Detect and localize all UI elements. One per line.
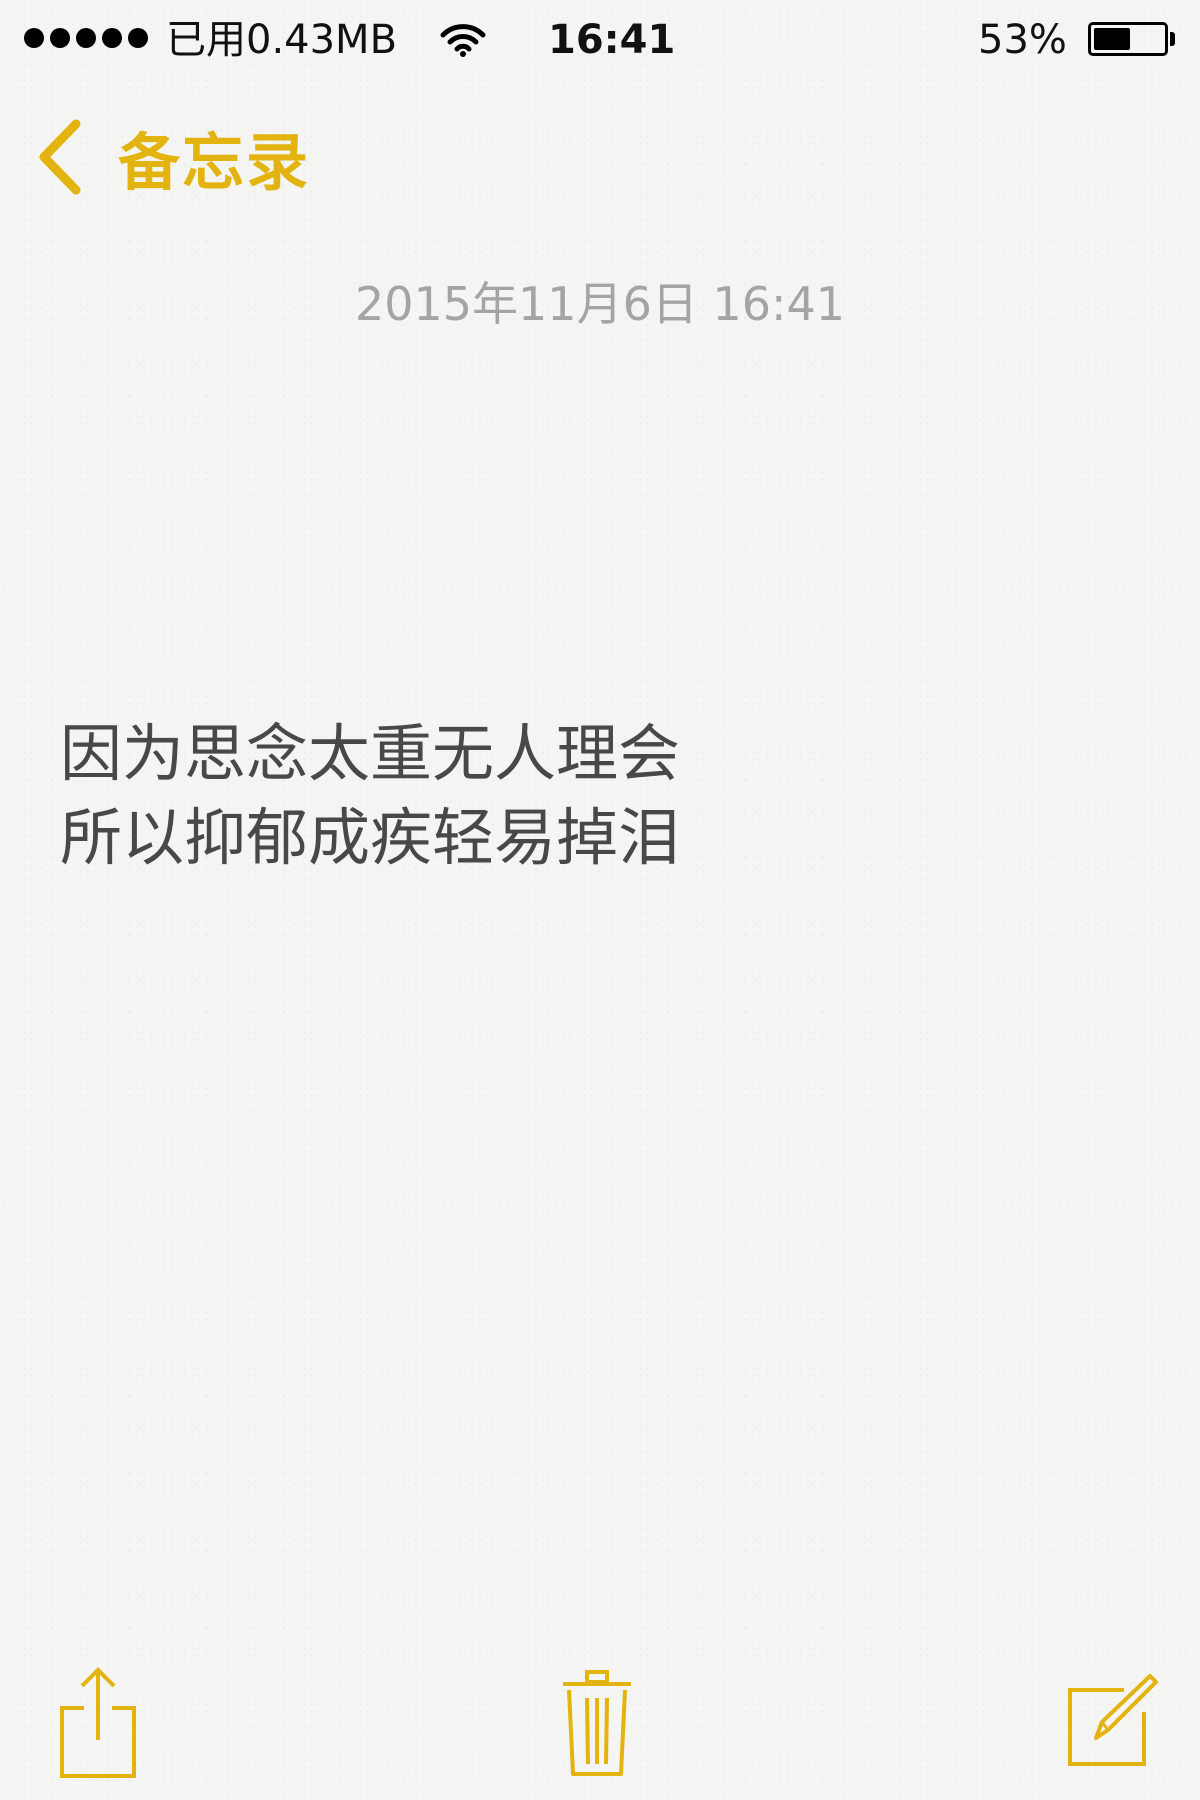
back-button[interactable]: 备忘录: [36, 112, 310, 202]
battery-icon: [1088, 22, 1168, 56]
signal-dot: [50, 28, 70, 48]
signal-dot: [128, 28, 148, 48]
battery-tip: [1170, 32, 1175, 46]
note-line: 所以抑郁成疾轻易掉泪: [60, 801, 681, 874]
wifi-icon: [440, 22, 486, 58]
compose-icon: [1068, 1674, 1158, 1766]
share-button[interactable]: [58, 1664, 138, 1778]
bottom-toolbar: [0, 1650, 1200, 1800]
delete-button[interactable]: [560, 1668, 634, 1778]
compose-button[interactable]: [1066, 1672, 1160, 1768]
note-date: 2015年11月6日 16:41: [354, 277, 846, 331]
battery-percent: 53%: [978, 17, 1067, 63]
trash-icon: [563, 1670, 631, 1776]
chevron-left-icon: [39, 119, 81, 195]
signal-dots-icon: [24, 28, 148, 48]
status-bar: 已用0.43MB 16:41 53%: [0, 0, 1200, 80]
carrier-data-usage: 已用0.43MB: [166, 17, 398, 63]
share-icon: [60, 1667, 136, 1778]
signal-dot: [24, 28, 44, 48]
back-button-label: 备忘录: [118, 126, 311, 199]
note-body[interactable]: 因为思念太重无人理会 所以抑郁成疾轻易掉泪: [60, 712, 1160, 880]
note-line: 因为思念太重无人理会: [60, 717, 681, 790]
status-time: 16:41: [548, 17, 676, 63]
signal-dot: [76, 28, 96, 48]
battery-fill: [1094, 28, 1130, 50]
signal-dot: [102, 28, 122, 48]
